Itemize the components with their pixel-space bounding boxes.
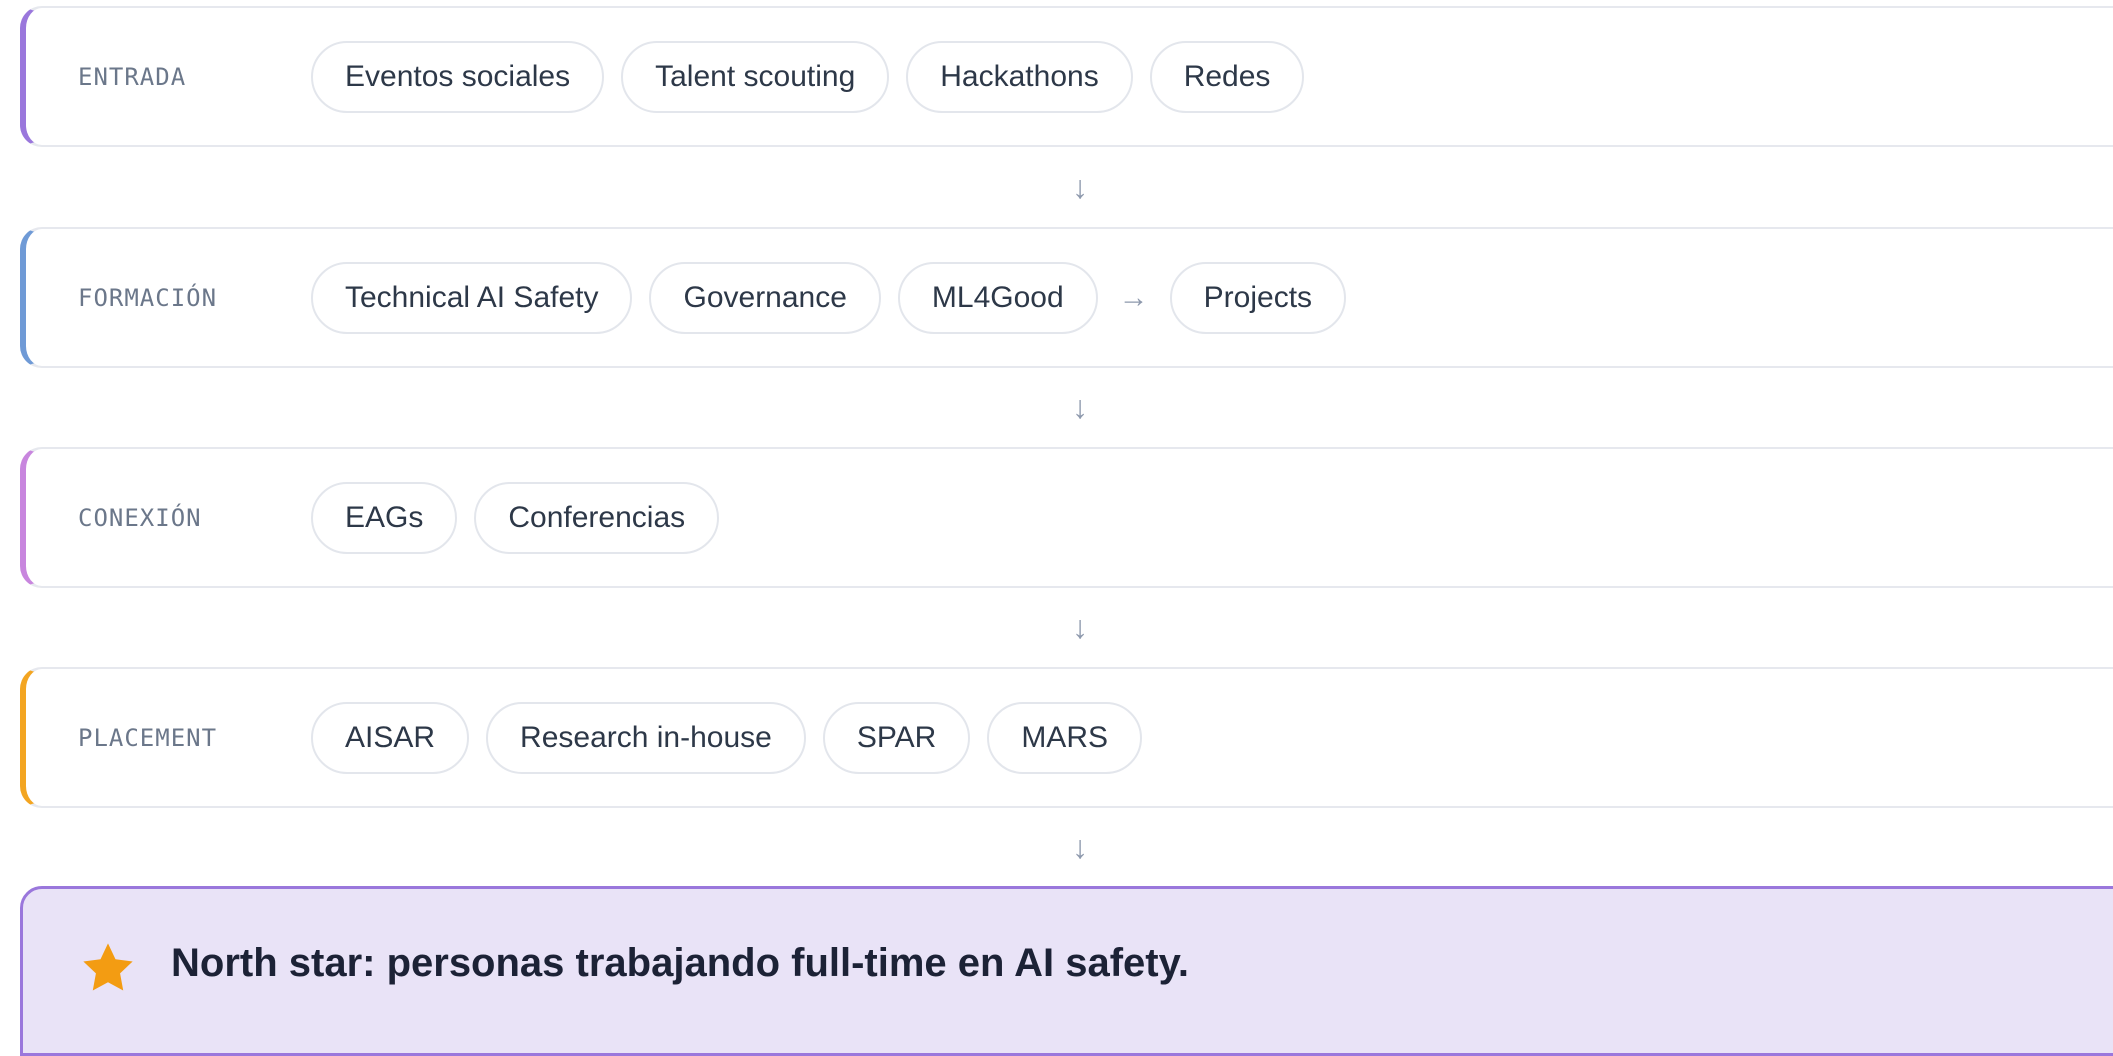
stage-label-conexion: CONEXIÓN [78, 503, 202, 532]
chip-technical-ai-safety[interactable]: Technical AI Safety [311, 261, 633, 334]
chip-group-formacion: Technical AI Safety Governance ML4Good →… [311, 229, 1347, 366]
chip-mars[interactable]: MARS [987, 701, 1142, 774]
chip-talent-scouting[interactable]: Talent scouting [621, 40, 890, 113]
star-icon [83, 943, 133, 991]
chip-projects[interactable]: Projects [1169, 261, 1347, 334]
down-arrow-icon: ↓ [1072, 389, 1088, 425]
chip-hackathons[interactable]: Hackathons [906, 40, 1133, 113]
stage-label-formacion: FORMACIÓN [78, 283, 218, 312]
chip-group-placement: AISAR Research in-house SPAR MARS [311, 669, 1142, 806]
chip-research-in-house[interactable]: Research in-house [486, 701, 806, 774]
right-arrow-icon: → [1118, 280, 1149, 314]
stage-formacion: FORMACIÓN Technical AI Safety Governance… [20, 227, 2113, 368]
chip-eags[interactable]: EAGs [311, 481, 458, 554]
down-arrow-icon: ↓ [1072, 169, 1088, 205]
pipeline-diagram: ENTRADA Eventos sociales Talent scouting… [0, 0, 2113, 1056]
chip-group-conexion: EAGs Conferencias [311, 449, 720, 586]
chip-eventos-sociales[interactable]: Eventos sociales [311, 40, 605, 113]
stage-placement: PLACEMENT AISAR Research in-house SPAR M… [20, 667, 2113, 808]
stage-entrada: ENTRADA Eventos sociales Talent scouting… [20, 6, 2113, 147]
stage-label-entrada: ENTRADA [78, 62, 187, 91]
chip-group-entrada: Eventos sociales Talent scouting Hackath… [311, 8, 1305, 145]
stage-label-placement: PLACEMENT [78, 723, 218, 752]
chip-redes[interactable]: Redes [1149, 40, 1305, 113]
chip-spar[interactable]: SPAR [822, 701, 971, 774]
north-star-text: North star: personas trabajando full-tim… [171, 941, 1189, 985]
chip-ml4good[interactable]: ML4Good [897, 261, 1098, 334]
chip-conferencias[interactable]: Conferencias [474, 481, 720, 554]
stage-conexion: CONEXIÓN EAGs Conferencias [20, 447, 2113, 588]
chip-governance[interactable]: Governance [649, 261, 881, 334]
north-star-box: North star: personas trabajando full-tim… [20, 886, 2113, 1056]
down-arrow-icon: ↓ [1072, 829, 1088, 865]
down-arrow-icon: ↓ [1072, 609, 1088, 645]
chip-aisar[interactable]: AISAR [311, 701, 470, 774]
